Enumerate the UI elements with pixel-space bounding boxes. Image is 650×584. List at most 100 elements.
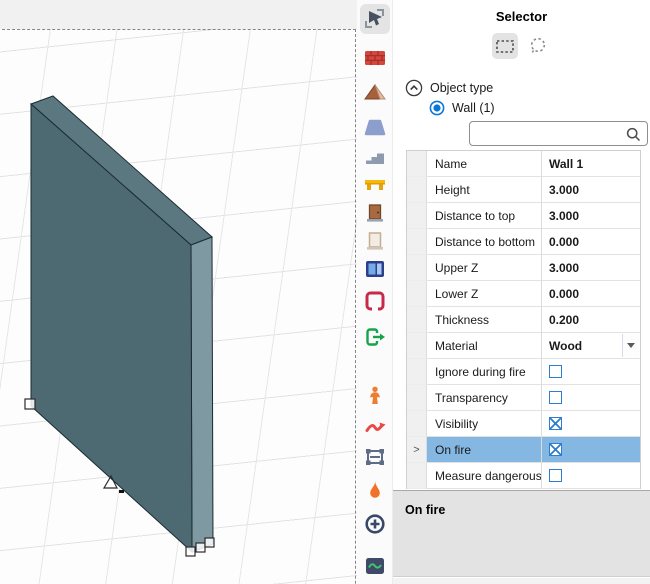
object-type-option-wall[interactable]: Wall (1)	[429, 100, 495, 116]
room-outline-icon	[365, 291, 385, 311]
property-value[interactable]: 3.000	[542, 203, 640, 229]
row-expander[interactable]	[407, 177, 427, 203]
wall-tool-button[interactable]	[362, 45, 388, 71]
property-label: Name	[427, 151, 542, 177]
property-value[interactable]: 0.000	[542, 281, 640, 307]
path-tool-button[interactable]	[362, 413, 388, 439]
scene-canvas[interactable]	[0, 29, 357, 584]
property-label: Thickness	[427, 307, 542, 333]
property-value[interactable]	[542, 437, 640, 463]
property-value[interactable]: 3.000	[542, 177, 640, 203]
property-label: Distance to bottom	[427, 229, 542, 255]
lasso-icon	[530, 37, 546, 55]
zone-region-icon	[366, 449, 384, 465]
room-tool-button[interactable]	[362, 288, 388, 314]
property-row-name[interactable]: Name Wall 1	[407, 151, 640, 177]
window-tool-button[interactable]	[362, 256, 388, 282]
property-value[interactable]	[542, 463, 640, 489]
exit-tool-button[interactable]	[362, 324, 388, 350]
row-expander[interactable]	[407, 203, 427, 229]
collapse-chevron-icon[interactable]	[405, 79, 423, 97]
property-row-measure-dangerous[interactable]: Measure dangerous	[407, 463, 640, 489]
exit-icon	[366, 328, 385, 346]
search-input[interactable]	[476, 123, 621, 144]
lasso-select-button[interactable]	[525, 33, 551, 59]
property-row-on-fire[interactable]: On fire	[407, 437, 640, 463]
add-tool-button[interactable]	[362, 511, 388, 537]
property-value[interactable]: Wall 1	[542, 151, 640, 177]
object-type-section: Object type	[405, 79, 493, 97]
row-expander[interactable]	[407, 333, 427, 359]
property-value[interactable]: 3.000	[542, 255, 640, 281]
property-row-upper-z[interactable]: Upper Z 3.000	[407, 255, 640, 281]
select-tool-button[interactable]	[360, 4, 390, 34]
property-label: Distance to top	[427, 203, 542, 229]
row-expander[interactable]	[407, 307, 427, 333]
property-row-visibility[interactable]: Visibility	[407, 411, 640, 437]
chart-wave-icon	[366, 558, 384, 574]
property-row-ignore-during-fire[interactable]: Ignore during fire	[407, 359, 640, 385]
row-expander[interactable]	[407, 411, 427, 437]
property-value[interactable]	[542, 385, 640, 411]
property-row-material[interactable]: Material Wood	[407, 333, 640, 359]
app-window: Selector Object type Wall (1) Name Wall …	[0, 0, 650, 584]
property-row-distance-to-bottom[interactable]: Distance to bottom 0.000	[407, 229, 640, 255]
row-expander[interactable]	[407, 255, 427, 281]
stairs-tool-button[interactable]	[362, 145, 388, 171]
radio-selected-icon	[429, 100, 445, 116]
viewport-top-strip	[0, 0, 357, 29]
select-arrow-icon	[365, 9, 384, 28]
search-icon[interactable]	[625, 126, 642, 143]
marquee-rect-icon	[496, 40, 514, 53]
property-row-transparency[interactable]: Transparency	[407, 385, 640, 411]
row-expander[interactable]	[407, 281, 427, 307]
property-value[interactable]	[542, 359, 640, 385]
door-tool-button[interactable]	[362, 200, 388, 226]
property-row-lower-z[interactable]: Lower Z 0.000	[407, 281, 640, 307]
checkbox[interactable]	[549, 417, 562, 430]
row-expander[interactable]	[407, 463, 427, 489]
dropdown-arrow-icon[interactable]	[622, 334, 639, 357]
row-expander[interactable]	[407, 151, 427, 177]
property-value[interactable]: Wood	[542, 333, 640, 359]
property-description-panel: On fire	[393, 490, 650, 577]
property-row-height[interactable]: Height 3.000	[407, 177, 640, 203]
property-label: Ignore during fire	[427, 359, 542, 385]
property-value[interactable]: 0.200	[542, 307, 640, 333]
zone-tool-button[interactable]	[362, 444, 388, 470]
checkbox[interactable]	[549, 365, 562, 378]
open-door-icon	[367, 232, 383, 250]
bench-tool-button[interactable]	[362, 172, 388, 198]
property-label: Measure dangerous	[427, 463, 542, 489]
doorway-tool-button[interactable]	[362, 228, 388, 254]
property-value[interactable]: 0.000	[542, 229, 640, 255]
wall-3d-object[interactable]	[30, 95, 214, 554]
row-expander[interactable]	[407, 437, 427, 463]
checkbox[interactable]	[549, 391, 562, 404]
ramp-icon	[364, 83, 386, 100]
wall-option-label: Wall (1)	[452, 101, 495, 115]
row-expander[interactable]	[407, 359, 427, 385]
property-row-thickness[interactable]: Thickness 0.200	[407, 307, 640, 333]
selector-panel: Selector Object type Wall (1) Name Wall …	[392, 0, 650, 584]
rectangle-select-button[interactable]	[492, 33, 518, 59]
flame-icon	[370, 481, 380, 498]
property-label: On fire	[427, 437, 542, 463]
plus-circle-icon	[365, 514, 385, 534]
checkbox[interactable]	[549, 443, 562, 456]
ramp-tool-button[interactable]	[362, 80, 388, 106]
door-icon	[367, 204, 383, 222]
fire-tool-button[interactable]	[362, 478, 388, 504]
property-value[interactable]	[542, 411, 640, 437]
viewport-3d[interactable]	[0, 0, 357, 584]
property-row-distance-to-top[interactable]: Distance to top 3.000	[407, 203, 640, 229]
obstacle-tool-button[interactable]	[362, 115, 388, 141]
person-tool-button[interactable]	[362, 383, 388, 409]
wall-object-svg	[24, 95, 215, 557]
chart-tool-button[interactable]	[362, 553, 388, 579]
path-curve-icon	[365, 422, 386, 432]
row-expander[interactable]	[407, 385, 427, 411]
tool-palette	[357, 0, 392, 584]
row-expander[interactable]	[407, 229, 427, 255]
checkbox[interactable]	[549, 469, 562, 482]
